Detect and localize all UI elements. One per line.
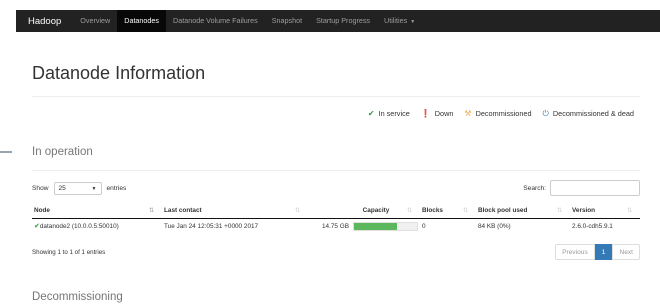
node-cell: ✔datanode2 (10.0.0.5:50010) (32, 218, 162, 234)
nav-volume-failures[interactable]: Datanode Volume Failures (166, 10, 265, 32)
show-label: Show (32, 185, 49, 192)
legend-down: ❗ Down (421, 109, 454, 118)
chevron-down-icon: ▼ (91, 185, 97, 192)
page-title: Datanode Information (32, 63, 206, 83)
column-header-last-contact[interactable]: Last contact ⇅ (162, 204, 308, 219)
sort-icon: ⇅ (556, 208, 562, 215)
block-pool-used-cell: 84 KB (0%) (478, 222, 511, 230)
capacity-wrap: 14.75 GB (310, 221, 418, 231)
column-label: Last contact (164, 207, 202, 215)
last-contact-cell: Tue Jan 24 12:05:31 +0000 2017 (164, 222, 259, 230)
capacity-bar-fill (354, 222, 397, 230)
wrench-icon: ⚒ (464, 108, 472, 118)
nav-startup-progress[interactable]: Startup Progress (309, 10, 377, 32)
sort-icon: ⇅ (406, 208, 412, 215)
caret-down-icon: ▼ (410, 19, 416, 25)
legend-decommissioned-dead: ⏻ Decommissioned & dead (543, 109, 634, 118)
legend-decommissioned: ⚒ Decommissioned (464, 109, 531, 118)
previous-button[interactable]: Previous (555, 244, 595, 260)
column-header-blocks[interactable]: Blocks ⇅ (420, 204, 476, 219)
power-icon: ⏻ (542, 108, 549, 118)
pagination: Previous 1 Next (555, 244, 640, 260)
entries-length-control: Show 25 ▼ entries (32, 182, 126, 195)
column-header-node[interactable]: Node ⇅ (32, 204, 162, 219)
table-row: ✔datanode2 (10.0.0.5:50010) Tue Jan 24 1… (32, 218, 640, 234)
top-navbar: Hadoop Overview Datanodes Datanode Volum… (16, 10, 660, 32)
column-label: Node (34, 207, 50, 215)
search-input[interactable] (550, 180, 640, 196)
sort-icon: ⇅ (148, 208, 154, 215)
capacity-text: 14.75 GB (321, 222, 349, 230)
nav-snapshot[interactable]: Snapshot (265, 10, 309, 32)
divider (32, 170, 640, 171)
capacity-cell: 14.75 GB (308, 218, 420, 234)
decommissioning-heading: Decommissioning (32, 291, 123, 303)
brand-logo[interactable]: Hadoop (16, 16, 73, 27)
column-label: Block pool used (478, 207, 528, 215)
table-info: Showing 1 to 1 of 1 entries (32, 249, 106, 256)
in-operation-heading: In operation (32, 146, 93, 158)
search-label: Search: (523, 184, 546, 192)
version-cell: 2.6.0-cdh5.9.1 (572, 222, 613, 230)
column-label: Blocks (422, 207, 443, 215)
legend-label: Decommissioned (475, 109, 532, 118)
datanode-table: Node ⇅ Last contact ⇅ Capacity ⇅ Blocks ⇅ Bl… (32, 204, 640, 234)
sort-icon: ⇅ (462, 208, 468, 215)
column-header-block-pool-used[interactable]: Block pool used ⇅ (476, 204, 570, 219)
sort-icon: ⇅ (294, 208, 300, 215)
page-1-button[interactable]: 1 (594, 244, 613, 260)
column-label: Version (572, 207, 596, 215)
sort-icon: ⇅ (626, 208, 632, 215)
column-header-version[interactable]: Version ⇅ (570, 204, 640, 219)
capacity-bar (353, 221, 418, 231)
left-edge-marker (0, 151, 12, 153)
nav-datanodes[interactable]: Datanodes (117, 10, 167, 32)
node-link[interactable]: datanode2 (10.0.0.5:50010) (40, 223, 119, 230)
entries-label: entries (106, 185, 127, 192)
entries-select[interactable]: 25 ▼ (53, 182, 102, 195)
legend-in-service: ✔ In service (368, 109, 410, 118)
entries-select-value: 25 (58, 185, 66, 192)
column-label: Capacity (362, 207, 390, 215)
blocks-cell: 0 (422, 222, 426, 230)
divider (32, 96, 640, 97)
down-icon: ❗ (420, 108, 431, 118)
nav-utilities-label: Utilities (384, 16, 408, 25)
legend-label: Down (434, 109, 454, 118)
next-button[interactable]: Next (612, 244, 640, 260)
nav-overview[interactable]: Overview (73, 10, 117, 32)
nav-utilities[interactable]: Utilities ▼ (377, 10, 422, 32)
column-header-capacity[interactable]: Capacity ⇅ (308, 204, 420, 219)
status-legend: ✔ In service ❗ Down ⚒ Decommissioned ⏻ D… (357, 109, 634, 118)
legend-label: Decommissioned & dead (552, 109, 634, 118)
check-icon: ✔ (367, 108, 375, 118)
table-search: Search: (523, 180, 640, 196)
legend-label: In service (378, 109, 410, 118)
